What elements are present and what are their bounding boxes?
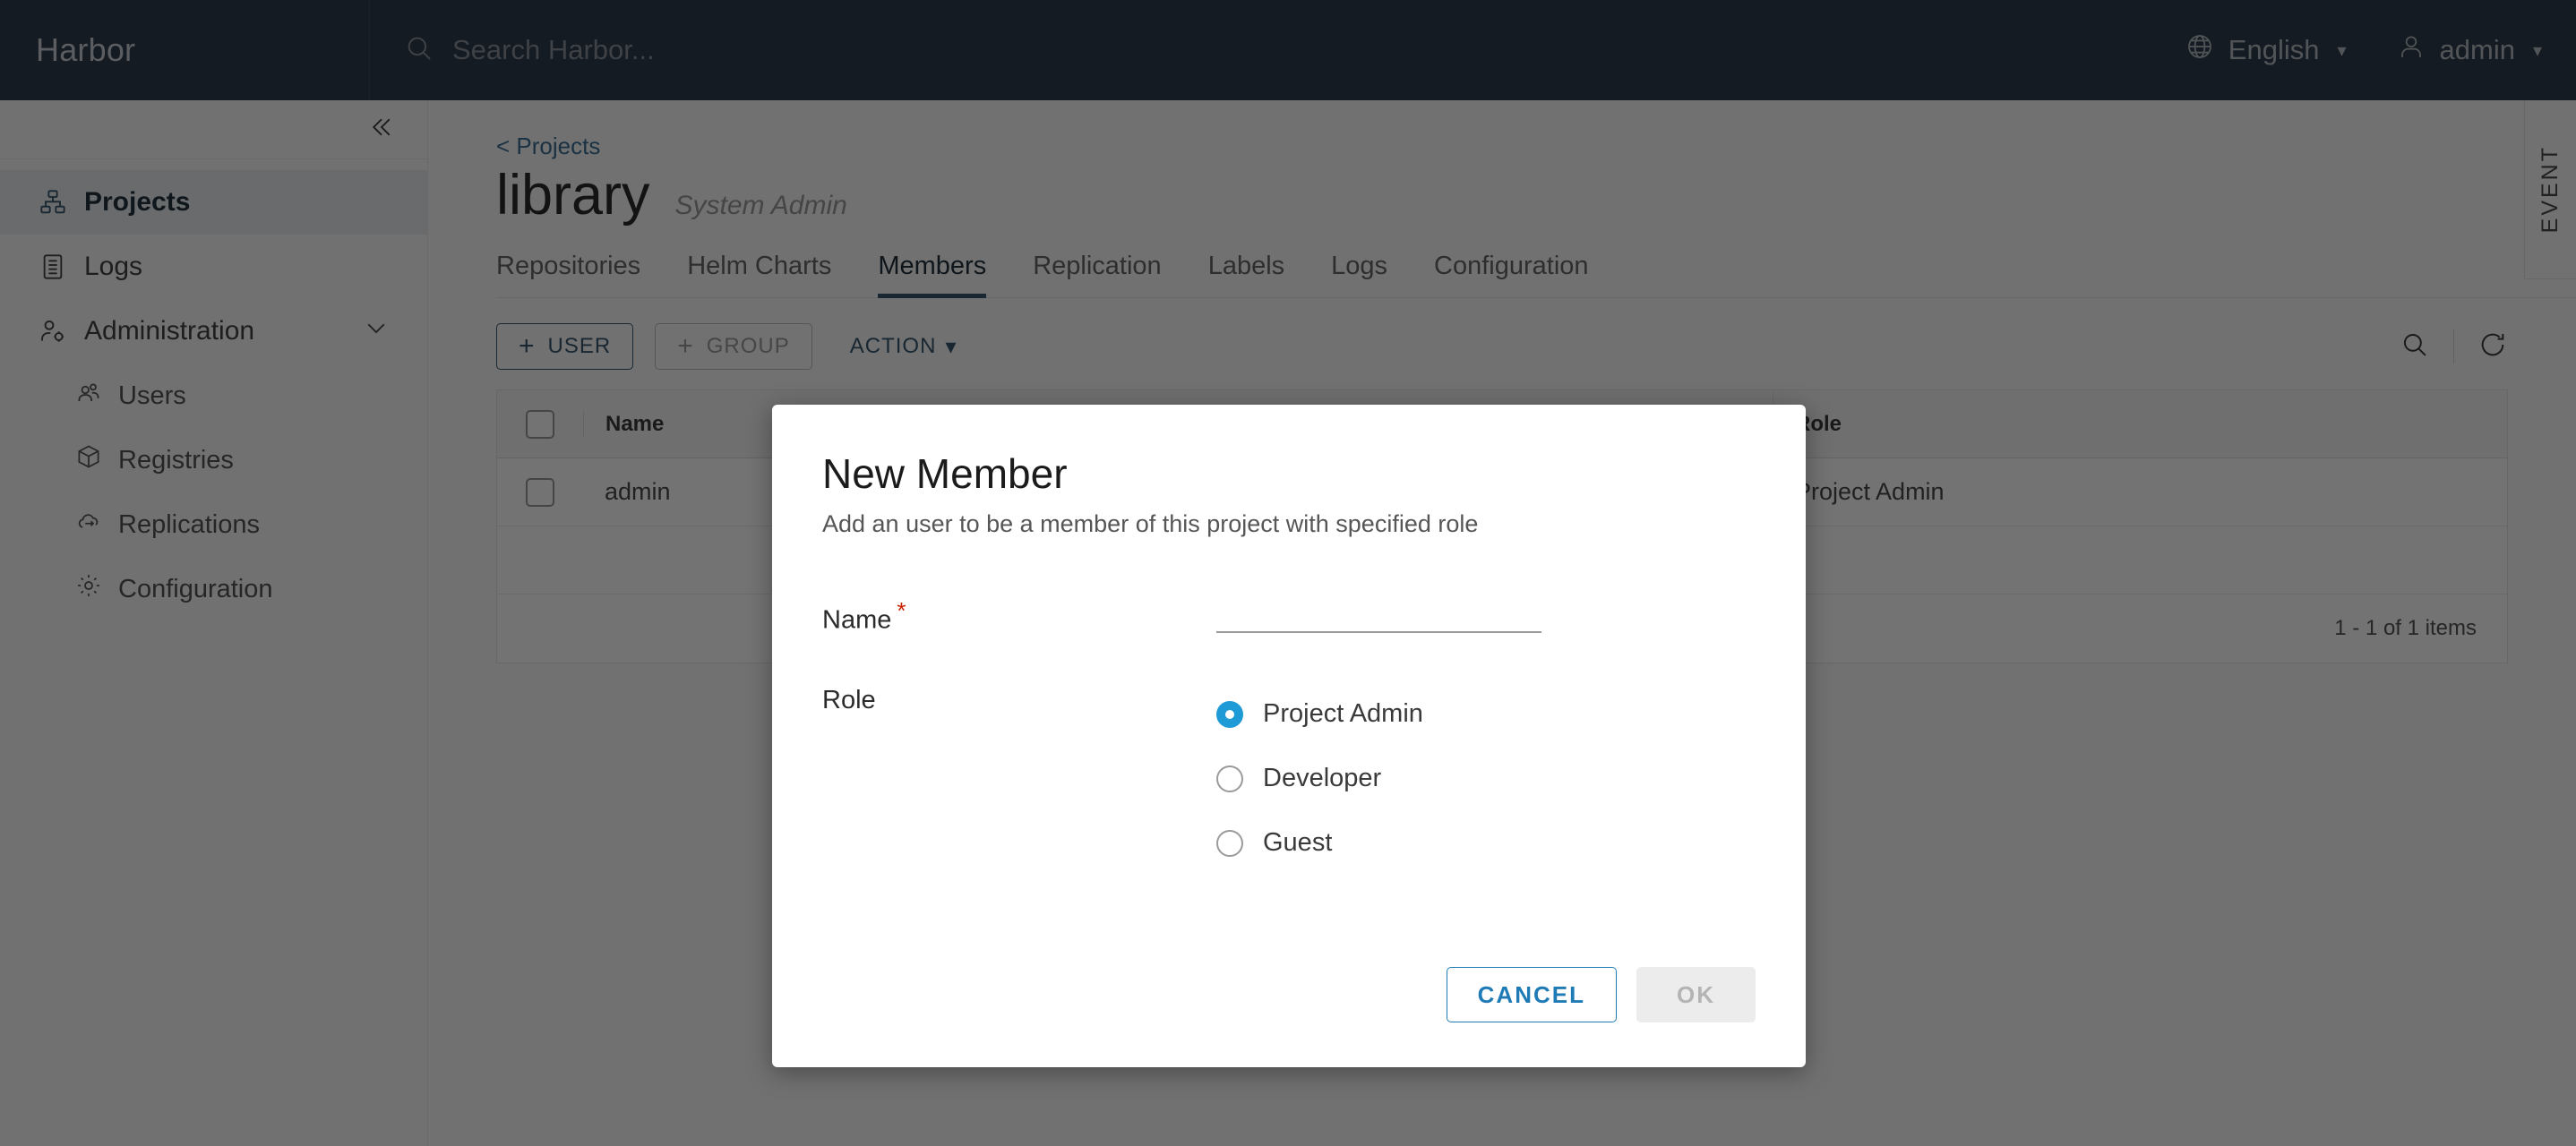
radio-button-icon[interactable] xyxy=(1216,829,1243,857)
cancel-button[interactable]: CANCEL xyxy=(1446,967,1617,1022)
name-label: Name xyxy=(822,605,892,635)
dialog-body: Name * Role Project Admin Developer Gues… xyxy=(822,594,1756,967)
new-member-dialog: New Member Add an user to be a member of… xyxy=(772,405,1806,1067)
radio-label: Developer xyxy=(1263,764,1382,793)
name-input[interactable] xyxy=(1216,594,1541,633)
dialog-title: New Member xyxy=(822,450,1068,497)
radio-button-icon[interactable] xyxy=(1216,700,1243,728)
radio-label: Project Admin xyxy=(1263,699,1423,729)
name-field-wrap xyxy=(1216,594,1756,633)
radio-label: Guest xyxy=(1263,828,1333,858)
dialog-subtitle: Add an user to be a member of this proje… xyxy=(822,510,1479,537)
name-form-row: Name * xyxy=(822,594,1756,636)
radio-guest[interactable]: Guest xyxy=(1216,811,1756,876)
dialog-footer: CANCEL OK xyxy=(822,967,1756,1067)
name-label-wrap: Name * xyxy=(822,594,1216,636)
radio-developer[interactable]: Developer xyxy=(1216,747,1756,811)
required-asterisk: * xyxy=(897,597,906,624)
radio-button-icon[interactable] xyxy=(1216,765,1243,792)
radio-project-admin[interactable]: Project Admin xyxy=(1216,682,1756,747)
role-options: Project Admin Developer Guest xyxy=(1216,682,1756,876)
role-form-row: Role Project Admin Developer Guest xyxy=(822,682,1756,876)
ok-button: OK xyxy=(1636,967,1756,1022)
role-label: Role xyxy=(822,685,876,714)
